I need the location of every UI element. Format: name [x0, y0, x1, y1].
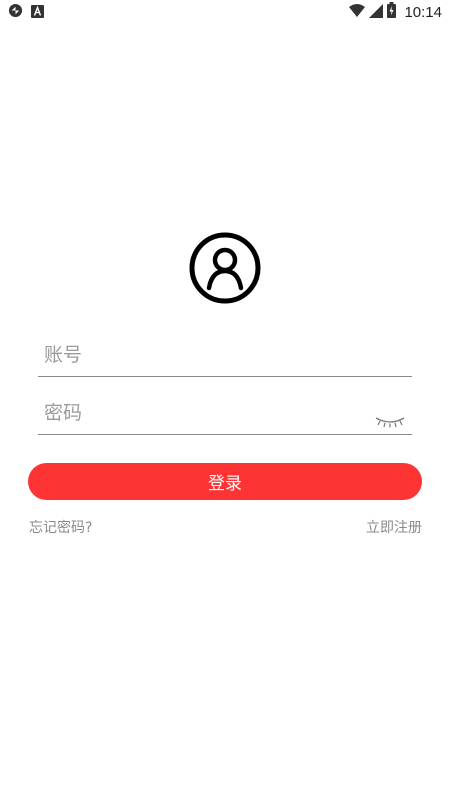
password-input[interactable]	[44, 394, 364, 432]
battery-icon	[387, 2, 397, 22]
status-bar: 10:14	[0, 0, 450, 24]
status-bar-left	[8, 3, 44, 22]
account-field	[38, 336, 412, 377]
status-bar-right: 10:14	[349, 2, 442, 22]
forgot-password-link[interactable]: 忘记密码?	[29, 517, 92, 537]
login-button[interactable]: 登录	[28, 463, 422, 500]
account-input[interactable]	[44, 336, 364, 374]
signal-icon	[369, 3, 384, 22]
user-circle-icon	[188, 231, 262, 305]
register-link[interactable]: 立即注册	[366, 517, 422, 537]
login-screen: 10:14 登录 忘记密码? 立即注册	[0, 0, 450, 800]
eye-closed-icon[interactable]	[374, 414, 406, 430]
sync-icon	[8, 3, 23, 22]
status-time: 10:14	[404, 3, 442, 21]
wifi-icon	[349, 3, 366, 22]
password-field	[38, 394, 412, 435]
app-a-icon	[31, 3, 44, 22]
